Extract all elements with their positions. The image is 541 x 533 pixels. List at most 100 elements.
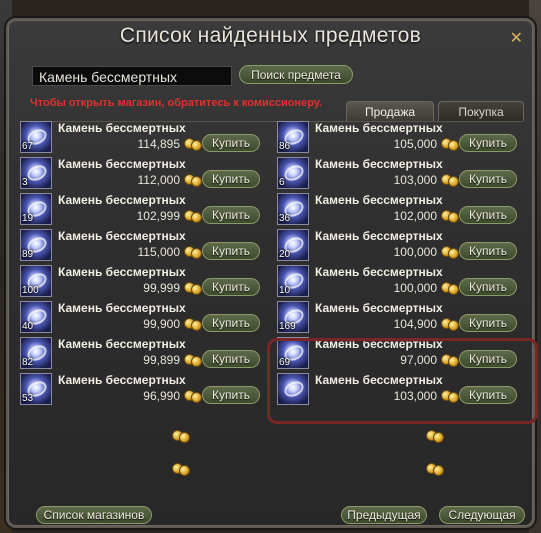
item-name: Камень бессмертных bbox=[315, 265, 443, 279]
item-quantity: 36 bbox=[279, 213, 291, 224]
swirl-glyph bbox=[24, 162, 50, 184]
gold-coin-icon bbox=[184, 136, 202, 151]
item-name: Камень бессмертных bbox=[315, 121, 443, 135]
immortal-stone-icon[interactable]: 36 bbox=[277, 193, 309, 225]
item-quantity: 82 bbox=[22, 357, 34, 368]
item-row: Камень бессмертных 103,000 Купить bbox=[277, 373, 517, 407]
buy-button[interactable]: Купить bbox=[459, 386, 517, 404]
buy-button[interactable]: Купить bbox=[202, 242, 260, 260]
item-row: 53 Камень бессмертных 96,990 Купить bbox=[20, 373, 260, 407]
item-name: Камень бессмертных bbox=[58, 157, 186, 171]
immortal-stone-icon[interactable]: 19 bbox=[20, 193, 52, 225]
item-row: 36 Камень бессмертных 102,000 Купить bbox=[277, 193, 517, 227]
item-name: Камень бессмертных bbox=[58, 337, 186, 351]
item-price: 96,990 bbox=[143, 389, 180, 403]
buy-button[interactable]: Купить bbox=[459, 134, 517, 152]
gold-coin-icon bbox=[184, 280, 202, 295]
item-name: Камень бессмертных bbox=[315, 373, 443, 387]
buy-button[interactable]: Купить bbox=[202, 278, 260, 296]
immortal-stone-icon[interactable]: 10 bbox=[277, 265, 309, 297]
search-item-button[interactable]: Поиск предмета bbox=[239, 65, 353, 84]
immortal-stone-icon[interactable]: 20 bbox=[277, 229, 309, 261]
gold-coin-icon bbox=[184, 352, 202, 367]
immortal-stone-icon[interactable]: 86 bbox=[277, 121, 309, 153]
immortal-stone-icon[interactable]: 67 bbox=[20, 121, 52, 153]
item-name: Камень бессмертных bbox=[315, 301, 443, 315]
close-icon[interactable]: ✕ bbox=[510, 28, 523, 48]
item-price: 105,000 bbox=[393, 137, 437, 151]
gold-coin-icon bbox=[441, 136, 459, 151]
item-row: 169 Камень бессмертных 104,900 Купить bbox=[277, 301, 517, 335]
item-name: Камень бессмертных bbox=[315, 229, 443, 243]
item-price: 97,000 bbox=[400, 353, 437, 367]
item-name: Камень бессмертных bbox=[315, 157, 443, 171]
buy-button[interactable]: Купить bbox=[459, 206, 517, 224]
item-row: 20 Камень бессмертных 100,000 Купить bbox=[277, 229, 517, 263]
item-price: 99,899 bbox=[143, 353, 180, 367]
item-row: 10 Камень бессмертных 100,000 Купить bbox=[277, 265, 517, 299]
gold-coin-icon bbox=[184, 244, 202, 259]
gold-coin-icon bbox=[426, 461, 444, 476]
buy-button[interactable]: Купить bbox=[202, 134, 260, 152]
gold-coin-icon bbox=[184, 316, 202, 331]
buy-button[interactable]: Купить bbox=[459, 278, 517, 296]
immortal-stone-icon[interactable]: 100 bbox=[20, 265, 52, 297]
item-name: Камень бессмертных bbox=[58, 229, 186, 243]
shop-list-button[interactable]: Список магазинов bbox=[36, 506, 152, 524]
shop-hint-text: Чтобы открыть магазин, обратитесь к коми… bbox=[30, 97, 322, 109]
item-row: 82 Камень бессмертных 99,899 Купить bbox=[20, 337, 260, 371]
item-quantity: 3 bbox=[22, 177, 28, 188]
swirl-glyph bbox=[281, 378, 307, 400]
immortal-stone-icon[interactable] bbox=[277, 373, 309, 405]
item-name: Камень бессмертных bbox=[315, 337, 443, 351]
buy-button[interactable]: Купить bbox=[459, 314, 517, 332]
tab-buy[interactable]: Покупка bbox=[438, 101, 524, 121]
gold-coin-icon bbox=[441, 172, 459, 187]
immortal-stone-icon[interactable]: 89 bbox=[20, 229, 52, 261]
item-quantity: 6 bbox=[279, 177, 285, 188]
swirl-glyph bbox=[281, 162, 307, 184]
item-quantity: 67 bbox=[22, 141, 34, 152]
item-row: 86 Камень бессмертных 105,000 Купить bbox=[277, 121, 517, 155]
search-input[interactable]: Камень бессмертных bbox=[32, 66, 232, 86]
item-row: 67 Камень бессмертных 114,895 Купить bbox=[20, 121, 260, 155]
item-price: 114,895 bbox=[137, 137, 181, 151]
item-quantity: 53 bbox=[22, 393, 34, 404]
item-quantity: 40 bbox=[22, 321, 34, 332]
immortal-stone-icon[interactable]: 53 bbox=[20, 373, 52, 405]
item-row: 19 Камень бессмертных 102,999 Купить bbox=[20, 193, 260, 227]
buy-button[interactable]: Купить bbox=[459, 170, 517, 188]
item-price: 115,000 bbox=[137, 245, 181, 259]
buy-button[interactable]: Купить bbox=[459, 350, 517, 368]
tab-sell[interactable]: Продажа bbox=[346, 101, 434, 121]
item-price: 103,000 bbox=[393, 173, 437, 187]
buy-button[interactable]: Купить bbox=[202, 314, 260, 332]
immortal-stone-icon[interactable]: 40 bbox=[20, 301, 52, 333]
immortal-stone-icon[interactable]: 82 bbox=[20, 337, 52, 369]
item-row: 100 Камень бессмертных 99,999 Купить bbox=[20, 265, 260, 299]
immortal-stone-icon[interactable]: 6 bbox=[277, 157, 309, 189]
item-price: 112,000 bbox=[137, 173, 181, 187]
next-page-button[interactable]: Следующая bbox=[439, 506, 525, 524]
gold-coin-icon bbox=[184, 208, 202, 223]
buy-button[interactable]: Купить bbox=[202, 170, 260, 188]
immortal-stone-icon[interactable]: 169 bbox=[277, 301, 309, 333]
gold-coin-icon bbox=[184, 388, 202, 403]
gold-coin-icon bbox=[184, 172, 202, 187]
item-price: 99,999 bbox=[143, 281, 180, 295]
buy-button[interactable]: Купить bbox=[202, 206, 260, 224]
immortal-stone-icon[interactable]: 69 bbox=[277, 337, 309, 369]
buy-button[interactable]: Купить bbox=[202, 386, 260, 404]
buy-button[interactable]: Купить bbox=[202, 350, 260, 368]
item-quantity: 169 bbox=[279, 321, 296, 332]
gold-coin-icon bbox=[426, 428, 444, 443]
window-title: Список найденных предметов bbox=[119, 24, 422, 47]
buy-button[interactable]: Купить bbox=[459, 242, 517, 260]
item-name: Камень бессмертных bbox=[58, 373, 186, 387]
item-quantity: 19 bbox=[22, 213, 34, 224]
previous-page-button[interactable]: Предыдущая bbox=[341, 506, 427, 524]
item-quantity: 100 bbox=[22, 285, 39, 296]
item-row: 89 Камень бессмертных 115,000 Купить bbox=[20, 229, 260, 263]
item-name: Камень бессмертных bbox=[315, 193, 443, 207]
immortal-stone-icon[interactable]: 3 bbox=[20, 157, 52, 189]
